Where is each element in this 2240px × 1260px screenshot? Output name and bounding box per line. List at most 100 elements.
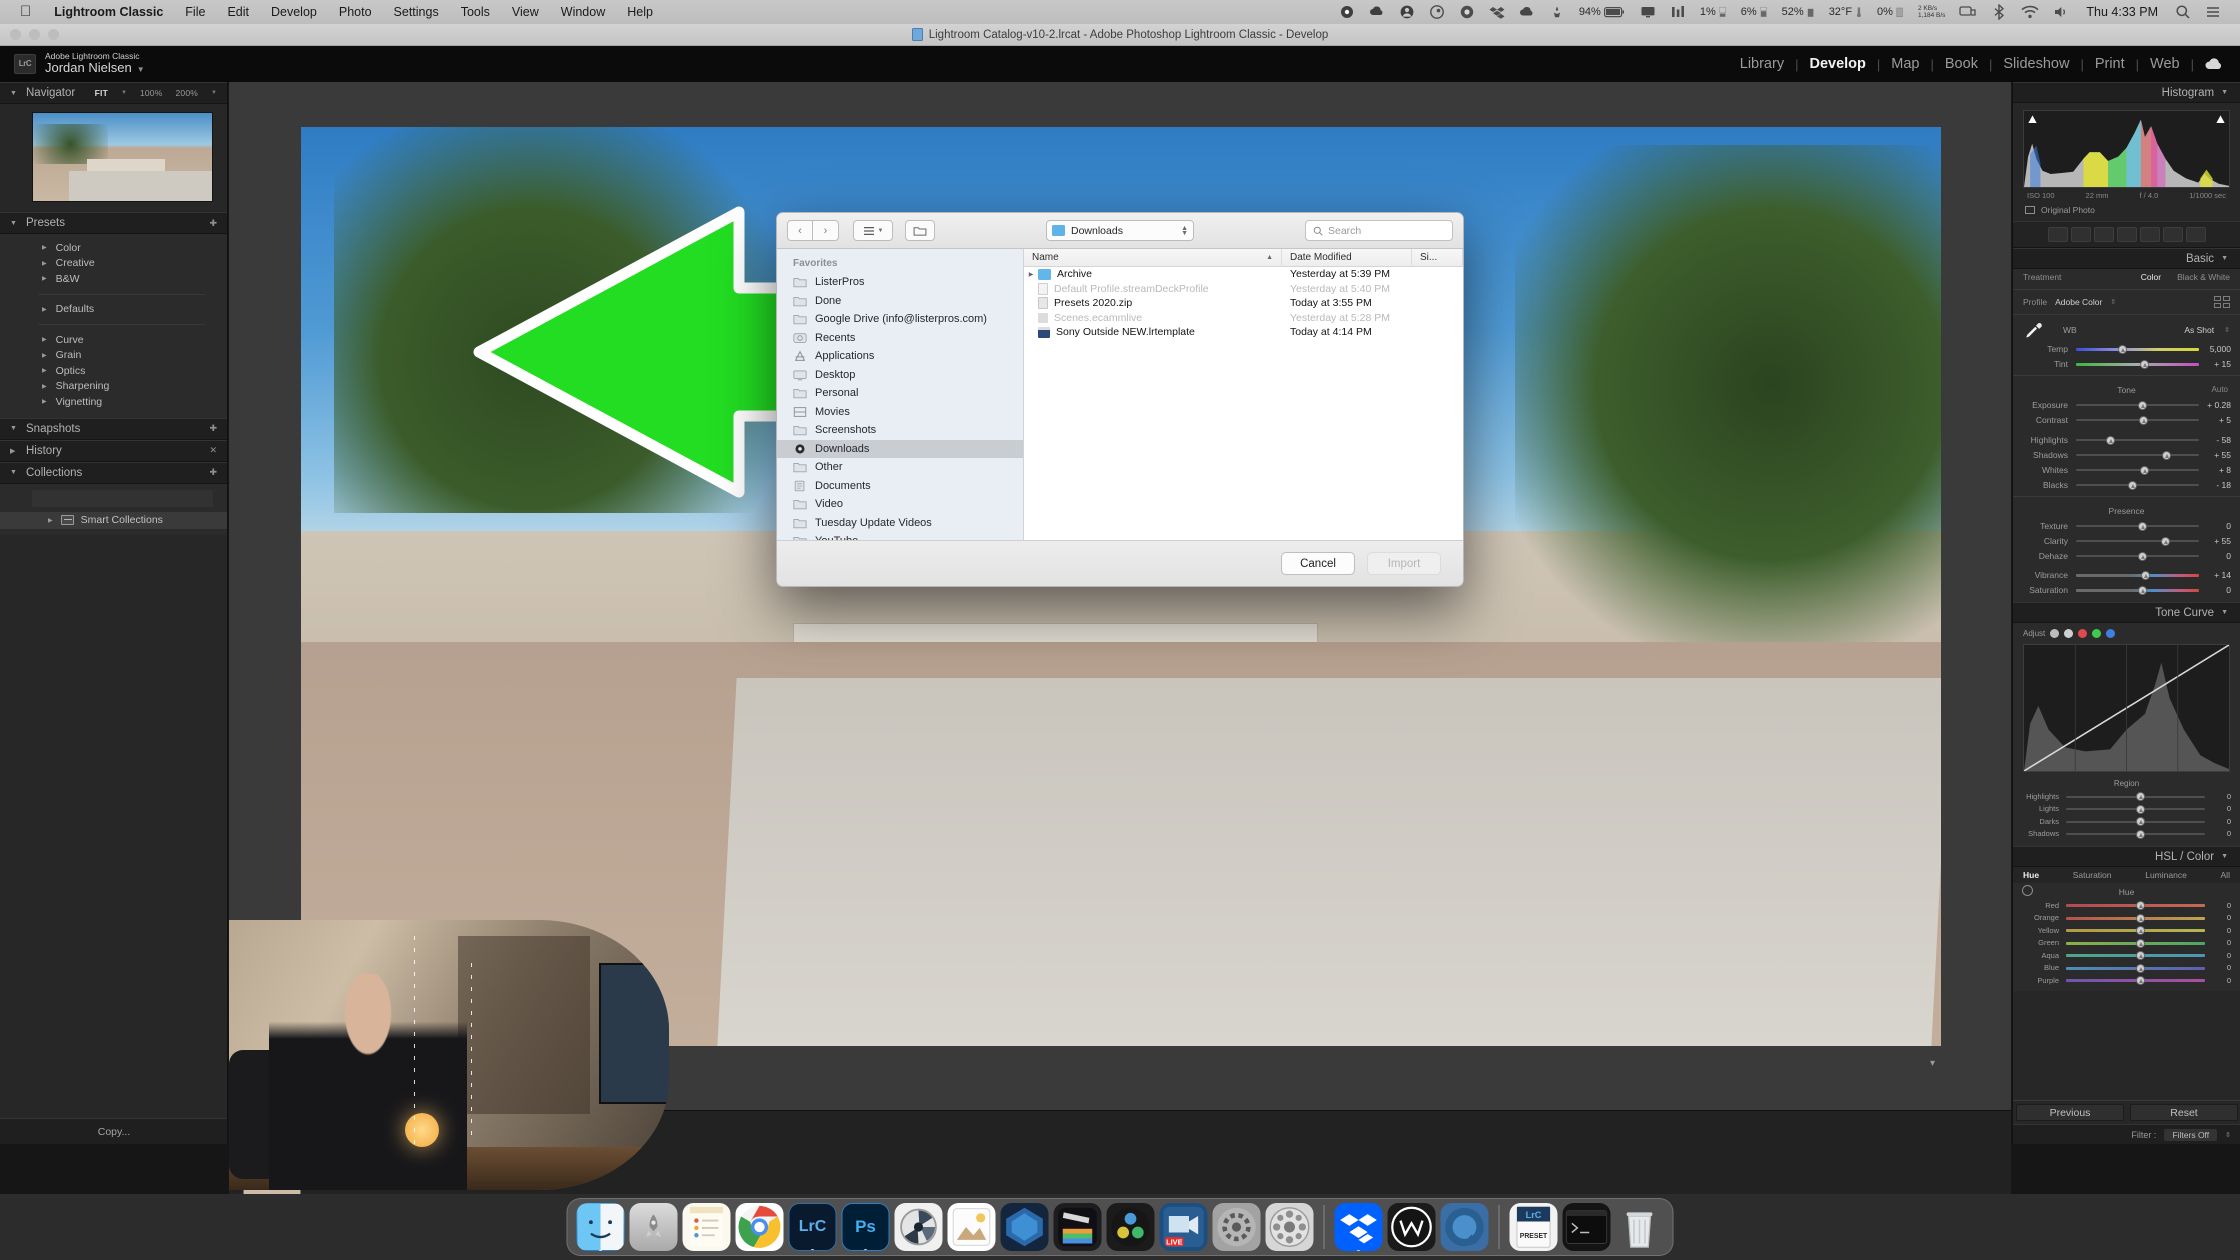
reset-button[interactable]: Reset <box>2130 1104 2238 1121</box>
column-header-name[interactable]: Name ▲ <box>1024 249 1282 267</box>
module-book[interactable]: Book <box>1934 56 1989 72</box>
slider-track-container[interactable] <box>2076 584 2199 595</box>
curve-blue-channel-icon[interactable] <box>2106 629 2116 638</box>
module-print[interactable]: Print <box>2084 56 2136 72</box>
region-highlights[interactable]: Highlights 0 <box>2013 790 2240 803</box>
dock-item-ecamm-live[interactable]: LIVE <box>1159 1203 1208 1251</box>
slider-track-container[interactable] <box>2066 828 2205 839</box>
preset-group-color[interactable]: ▶ Color <box>0 240 227 256</box>
slider-track-container[interactable] <box>2076 358 2199 369</box>
curve-point-icon[interactable] <box>2050 629 2060 638</box>
cancel-button[interactable]: Cancel <box>1281 552 1355 575</box>
chevron-updown-icon[interactable]: ⇳ <box>2225 1131 2231 1139</box>
slider-track-container[interactable] <box>2076 520 2199 531</box>
disclosure-triangle-icon[interactable]: ▼ <box>10 90 18 97</box>
slider-track-container[interactable] <box>2066 937 2205 948</box>
forward-button[interactable]: › <box>813 220 839 241</box>
slider-track-container[interactable] <box>2066 791 2205 802</box>
toolbar-right-chevron[interactable]: ▾ <box>1930 1058 1935 1069</box>
wifi-icon[interactable] <box>2014 4 2046 20</box>
slider-vibrance[interactable]: Vibrance + 14 <box>2013 567 2240 582</box>
backup-icon[interactable] <box>1512 4 1542 20</box>
module-library[interactable]: Library <box>1729 56 1795 72</box>
dock-item-quicktime[interactable] <box>1440 1203 1489 1251</box>
navigator-panel-header[interactable]: ▼ Navigator FIT ▼ 100% 200% ▼ <box>0 82 227 104</box>
crop-tool-icon[interactable] <box>2047 227 2068 242</box>
spot-removal-tool-icon[interactable] <box>2070 227 2091 242</box>
slider-track-container[interactable] <box>2076 434 2199 445</box>
curve-red-channel-icon[interactable] <box>2078 629 2088 638</box>
display-icon[interactable] <box>1633 4 1663 20</box>
menu-bar-clock[interactable]: Thu 4:33 PM <box>2076 5 2168 19</box>
hsl-row-purple[interactable]: Purple 0 <box>2013 974 2240 987</box>
cloud-sync-icon[interactable] <box>1362 4 1392 20</box>
istat-sensors-icon[interactable] <box>1663 4 1693 20</box>
slider-saturation[interactable]: Saturation 0 <box>2013 582 2240 597</box>
slider-track-container[interactable] <box>2066 803 2205 814</box>
chevron-down-icon[interactable]: ▼ <box>121 90 127 96</box>
slider-track-container[interactable] <box>2066 950 2205 961</box>
target-adjust-tool-icon[interactable] <box>2022 885 2033 896</box>
hsl-row-aqua[interactable]: Aqua 0 <box>2013 949 2240 962</box>
dock-item-chrome[interactable] <box>735 1203 784 1251</box>
graduated-filter-icon[interactable] <box>2139 227 2160 242</box>
region-darks[interactable]: Darks 0 <box>2013 815 2240 828</box>
menu-tools[interactable]: Tools <box>450 0 501 24</box>
menu-view[interactable]: View <box>501 0 550 24</box>
slider-track-container[interactable] <box>2076 569 2199 580</box>
disclosure-triangle-icon[interactable]: ▼ <box>2221 89 2228 96</box>
slider-track-container[interactable] <box>2076 535 2199 546</box>
menu-window[interactable]: Window <box>550 0 616 24</box>
slider-track-container[interactable] <box>2076 550 2199 561</box>
preset-group-creative[interactable]: ▶ Creative <box>0 256 227 272</box>
network-speed-status[interactable]: 2 KB/s 1,184 B/s <box>1911 5 1952 19</box>
tab-hue[interactable]: Hue <box>2023 870 2039 880</box>
dialog-file-list[interactable]: Name ▲ Date Modified Si... ▶ Archive Yes… <box>1024 249 1463 540</box>
sidebar-item-done[interactable]: Done <box>777 292 1023 311</box>
shadow-clipping-icon[interactable] <box>2027 114 2038 125</box>
dock-item-launchpad[interactable] <box>629 1203 678 1251</box>
region-shadows[interactable]: Shadows 0 <box>2013 828 2240 841</box>
preset-group-grain[interactable]: ▶ Grain <box>0 348 227 364</box>
path-popup-button[interactable]: Downloads ▲ ▼ <box>1046 220 1194 241</box>
curve-parametric-icon[interactable] <box>2064 629 2074 638</box>
disclosure-triangle-icon[interactable]: ▶ <box>10 447 18 455</box>
slider-track-container[interactable] <box>2066 962 2205 973</box>
treatment-bw-option[interactable]: Black & White <box>2177 272 2230 282</box>
dock-item-photoshop[interactable]: Ps <box>841 1203 890 1251</box>
table-row[interactable]: Presets 2020.zip Today at 3:55 PM <box>1024 296 1463 311</box>
sidebar-item-other[interactable]: Other <box>777 458 1023 477</box>
user-presence-icon[interactable] <box>1542 4 1572 20</box>
apple-menu-icon[interactable]:  <box>14 0 43 24</box>
volume-icon[interactable] <box>2046 4 2076 20</box>
preset-group-sharpening[interactable]: ▶ Sharpening <box>0 379 227 395</box>
control-center-icon[interactable] <box>2198 4 2228 20</box>
sidebar-item-tuesday-update-videos[interactable]: Tuesday Update Videos <box>777 514 1023 533</box>
minimize-window-button[interactable] <box>29 29 40 40</box>
slider-contrast[interactable]: Contrast + 5 <box>2013 412 2240 427</box>
memory-usage-status[interactable]: 52% <box>1775 4 1822 20</box>
tab-luminance[interactable]: Luminance <box>2145 870 2187 880</box>
hsl-row-yellow[interactable]: Yellow 0 <box>2013 924 2240 937</box>
bartender-icon[interactable] <box>1332 4 1362 20</box>
chevron-updown-icon[interactable]: ⇳ <box>2110 298 2116 306</box>
sidebar-item-listerpros[interactable]: ListerPros <box>777 273 1023 292</box>
slider-tint[interactable]: Tint + 15 <box>2013 356 2240 371</box>
add-preset-button[interactable]: ✚ <box>209 218 217 229</box>
slider-exposure[interactable]: Exposure + 0.28 <box>2013 397 2240 412</box>
disclosure-triangle-icon[interactable]: ▼ <box>2221 609 2228 616</box>
preset-group-vignetting[interactable]: ▶ Vignetting <box>0 394 227 410</box>
region-lights[interactable]: Lights 0 <box>2013 803 2240 816</box>
basic-panel-header[interactable]: Basic ▼ <box>2013 248 2240 269</box>
module-slideshow[interactable]: Slideshow <box>1992 56 2080 72</box>
slider-track-container[interactable] <box>2066 912 2205 923</box>
dock-item-dropbox[interactable] <box>1334 1203 1383 1251</box>
histogram-graph[interactable] <box>2023 110 2230 188</box>
preset-group-bw[interactable]: ▶ B&W <box>0 271 227 287</box>
hsl-row-orange[interactable]: Orange 0 <box>2013 912 2240 925</box>
dock-item-trash[interactable] <box>1616 1203 1664 1251</box>
cloud-sync-icon[interactable] <box>2204 57 2224 71</box>
menu-edit[interactable]: Edit <box>216 0 260 24</box>
table-row[interactable]: ▶ Archive Yesterday at 5:39 PM <box>1024 267 1463 282</box>
menu-help[interactable]: Help <box>616 0 664 24</box>
